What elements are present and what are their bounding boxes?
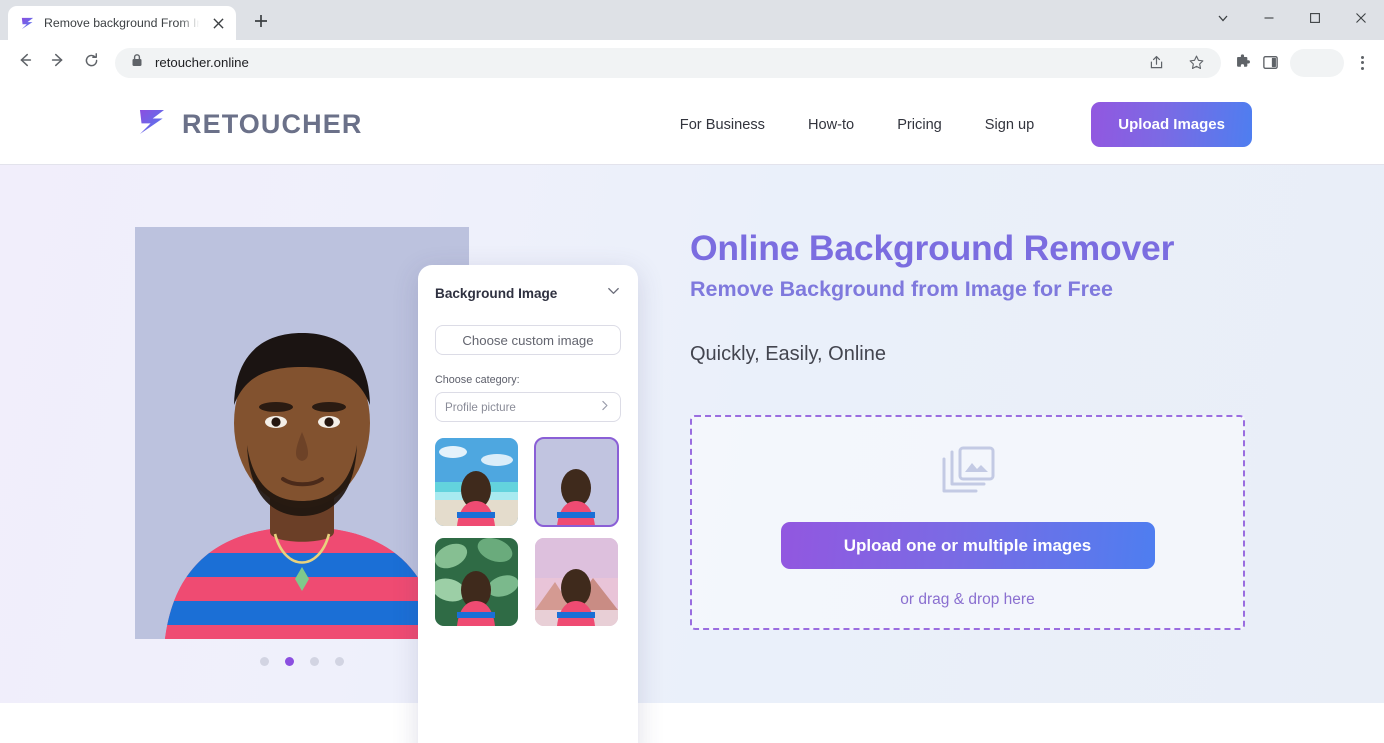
stacked-images-icon	[940, 445, 996, 500]
hero-copy: Online Background Remover Remove Backgro…	[690, 165, 1384, 703]
background-panel-title: Background Image	[435, 285, 558, 301]
url-text: retoucher.online	[155, 55, 249, 70]
background-panel-header: Background Image	[435, 283, 621, 303]
minimize-button[interactable]	[1246, 2, 1292, 38]
profile-avatar-icon[interactable]	[1290, 48, 1344, 77]
upload-images-button[interactable]: Upload Images	[1091, 102, 1252, 147]
thumb-leaves-image	[435, 538, 518, 626]
nav-link-sign-up[interactable]: Sign up	[985, 117, 1035, 133]
thumbnail-pink-mountains[interactable]	[535, 538, 618, 626]
upload-dropzone[interactable]: Upload one or multiple images or drag & …	[690, 415, 1245, 630]
three-dot-menu-icon[interactable]	[1349, 50, 1375, 76]
forward-button[interactable]	[42, 47, 74, 79]
thumbnail-plain-lavender[interactable]	[534, 437, 619, 527]
hero-tagline: Quickly, Easily, Online	[690, 343, 886, 365]
star-icon[interactable]	[1183, 50, 1209, 76]
address-bar[interactable]: retoucher.online	[115, 47, 1221, 78]
thumb-plain-image	[535, 438, 618, 526]
lock-icon	[131, 53, 143, 72]
site-header: RETOUCHER For Business How-to Pricing Si…	[0, 85, 1384, 165]
minimize-icon	[1263, 11, 1275, 29]
reload-icon	[83, 52, 100, 74]
thumb-mountains-image	[535, 538, 618, 626]
choose-category-label: Choose category:	[435, 374, 520, 386]
puzzle-piece-icon[interactable]	[1230, 50, 1256, 76]
site-nav: For Business How-to Pricing Sign up Uplo…	[680, 102, 1252, 147]
upload-one-or-multiple-images-button[interactable]: Upload one or multiple images	[780, 522, 1155, 569]
maximize-button[interactable]	[1292, 2, 1338, 38]
thumbnail-beach[interactable]	[435, 438, 518, 526]
hero-section: Background Image Choose custom image Cho…	[0, 165, 1384, 743]
page-content: RETOUCHER For Business How-to Pricing Si…	[0, 85, 1384, 743]
page-title: Online Background Remover	[690, 228, 1175, 268]
chevron-down-icon[interactable]	[606, 283, 621, 303]
tab-title: Remove background From Image	[44, 16, 201, 30]
tab-strip: Remove background From Image	[0, 0, 1384, 40]
browser-chrome: Remove background From Image	[0, 0, 1384, 85]
tab-search-button[interactable]	[1200, 2, 1246, 38]
window-controls	[1200, 0, 1384, 40]
carousel-dot-4[interactable]	[335, 657, 344, 666]
choose-custom-image-button[interactable]: Choose custom image	[435, 325, 621, 355]
nav-link-pricing[interactable]: Pricing	[897, 117, 942, 133]
carousel-dot-3[interactable]	[310, 657, 319, 666]
close-icon[interactable]	[209, 14, 228, 33]
side-panel-icon[interactable]	[1257, 50, 1283, 76]
nav-link-how-to[interactable]: How-to	[808, 117, 854, 133]
category-select[interactable]: Profile picture	[435, 392, 621, 422]
browser-tab[interactable]: Remove background From Image	[8, 6, 236, 40]
back-arrow-icon	[16, 51, 34, 74]
retoucher-logo-icon	[19, 15, 36, 32]
browser-toolbar: retoucher.online	[0, 40, 1384, 85]
nav-link-for-business[interactable]: For Business	[680, 117, 765, 133]
drag-drop-hint: or drag & drop here	[900, 591, 1035, 608]
maximize-icon	[1309, 11, 1321, 29]
back-button[interactable]	[9, 47, 41, 79]
reload-button[interactable]	[75, 47, 107, 79]
carousel-dot-1[interactable]	[260, 657, 269, 666]
carousel-dot-2[interactable]	[285, 657, 294, 666]
page-subtitle: Remove Background from Image for Free	[690, 277, 1113, 301]
plus-icon	[254, 14, 268, 33]
share-icon[interactable]	[1143, 50, 1169, 76]
category-select-value: Profile picture	[445, 400, 516, 414]
new-tab-button[interactable]	[247, 9, 275, 37]
thumbnail-tropical-leaves[interactable]	[435, 538, 518, 626]
retoucher-logo-icon	[135, 105, 169, 144]
logo-text: RETOUCHER	[182, 109, 363, 139]
background-image-panel: Background Image Choose custom image Cho…	[418, 265, 638, 743]
chevron-right-icon	[598, 399, 611, 415]
close-window-button[interactable]	[1338, 2, 1384, 38]
hero-visual: Background Image Choose custom image Cho…	[0, 165, 690, 743]
omnibox-actions	[1143, 50, 1209, 76]
forward-arrow-icon	[49, 51, 67, 74]
site-logo[interactable]: RETOUCHER	[135, 105, 362, 144]
thumb-beach-image	[435, 438, 518, 526]
close-icon	[1355, 11, 1367, 29]
chevron-down-icon	[1217, 11, 1229, 29]
background-thumbnail-grid	[435, 437, 621, 626]
